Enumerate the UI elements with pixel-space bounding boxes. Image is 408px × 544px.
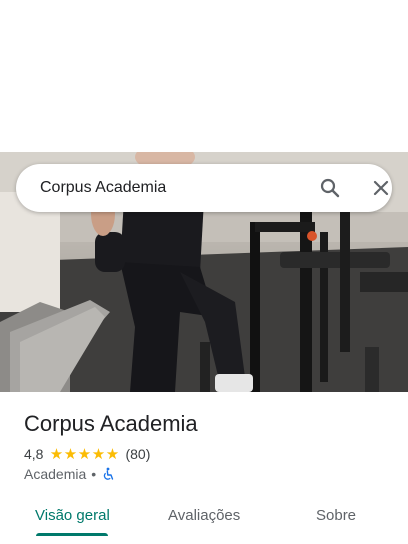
review-count[interactable]: (80) xyxy=(125,446,150,462)
close-icon[interactable] xyxy=(369,176,393,200)
place-info-panel: Corpus Academia 4,8 ★ ★ ★ ★ ★ (80) Acade… xyxy=(0,392,408,544)
separator-dot: • xyxy=(91,466,97,482)
category-row: Academia • xyxy=(24,465,115,483)
rating-value: 4,8 xyxy=(24,446,44,462)
tab-reviews[interactable]: Avaliações xyxy=(168,506,240,526)
search-icon[interactable] xyxy=(318,176,342,200)
rating-row[interactable]: 4,8 ★ ★ ★ ★ ★ (80) xyxy=(24,444,150,464)
active-tab-indicator xyxy=(36,533,108,536)
category-label: Academia xyxy=(24,466,87,482)
search-bar[interactable]: Corpus Academia xyxy=(16,164,392,212)
star-icon: ★ xyxy=(63,445,78,463)
star-icon: ★ xyxy=(91,445,106,463)
tab-overview[interactable]: Visão geral xyxy=(35,506,110,526)
wheelchair-icon xyxy=(101,467,115,481)
place-title: Corpus Academia xyxy=(24,411,198,436)
tab-about[interactable]: Sobre xyxy=(316,506,356,526)
star-icon: ★ xyxy=(77,445,92,463)
star-icon: ★ xyxy=(49,445,64,463)
tab-bar: Visão geral Avaliações Sobre xyxy=(0,496,408,536)
star-rating: ★ ★ ★ ★ ★ xyxy=(49,447,119,462)
top-blank-area xyxy=(0,0,408,152)
star-icon: ★ xyxy=(105,445,120,463)
search-query[interactable]: Corpus Academia xyxy=(40,178,166,198)
